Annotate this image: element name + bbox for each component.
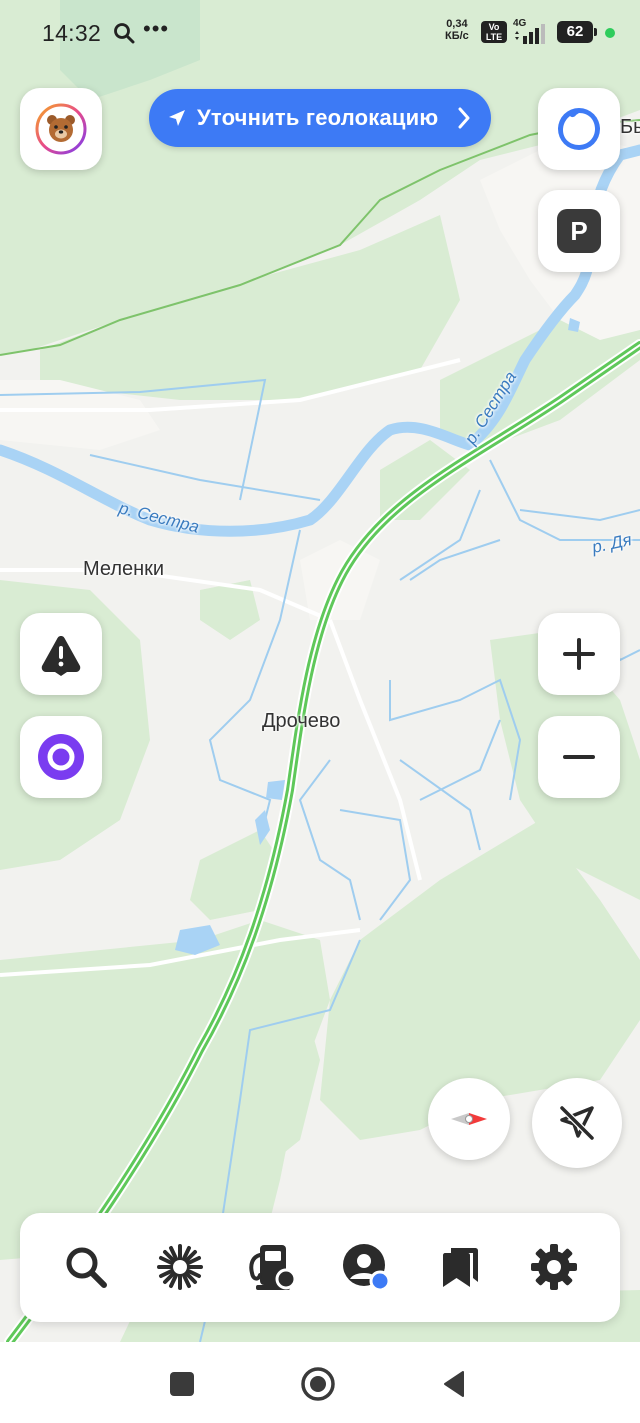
status-time: 14:32 — [42, 20, 102, 46]
fuel-button[interactable] — [246, 1241, 298, 1293]
recent-apps-button[interactable] — [160, 1362, 204, 1406]
volte-bottom: LTE — [485, 32, 503, 42]
chevron-right-icon — [458, 107, 470, 129]
fuel-icon — [249, 1245, 297, 1290]
parking-button[interactable]: P — [538, 190, 620, 272]
speed-unit: КБ/с — [445, 30, 469, 42]
bookmarks-icon — [443, 1248, 478, 1287]
back-triangle-icon — [444, 1371, 464, 1397]
parking-icon: P — [557, 209, 601, 253]
battery-icon: 62 — [557, 21, 597, 43]
compass-button[interactable] — [428, 1078, 510, 1160]
svg-text:P: P — [570, 216, 587, 246]
bottom-toolbar — [20, 1213, 620, 1322]
more-notifications-icon: ••• — [143, 16, 170, 41]
refine-geolocation-label: Уточнить геолокацию — [197, 105, 439, 130]
alice-ring-icon — [558, 108, 600, 150]
privacy-indicator-dot — [605, 28, 615, 38]
bookmarks-button[interactable] — [434, 1241, 486, 1293]
sparkle-icon — [157, 1244, 203, 1290]
alice-assistant-button[interactable] — [20, 716, 102, 798]
speed-value: 0,34 — [446, 18, 468, 30]
volte-badge: Vo LTE — [481, 21, 507, 43]
search-icon — [66, 1247, 107, 1288]
warning-icon — [41, 636, 81, 676]
profile-icon — [343, 1244, 391, 1292]
profile-avatar-button[interactable] — [20, 88, 102, 170]
minus-icon — [563, 755, 595, 759]
edge-place-label: Бы — [620, 116, 640, 138]
home-circle-icon — [301, 1367, 335, 1401]
discovery-button[interactable] — [154, 1241, 206, 1293]
status-bar: 14:32 ••• 0,34 КБ/с Vo LTE 4G 62 — [0, 0, 640, 66]
refine-geolocation-button[interactable]: Уточнить геолокацию — [149, 89, 491, 147]
network-speed: 0,34 КБ/с — [445, 18, 469, 42]
location-arrow-off-icon — [559, 1105, 595, 1141]
profile-button[interactable] — [340, 1241, 392, 1293]
report-incident-button[interactable] — [20, 613, 102, 695]
home-button[interactable] — [296, 1362, 340, 1406]
follow-location-button[interactable] — [532, 1078, 622, 1168]
settings-button[interactable] — [528, 1241, 580, 1293]
volte-top: Vo — [488, 22, 500, 32]
signal-icon — [515, 24, 545, 44]
back-button[interactable] — [432, 1362, 476, 1406]
zoom-out-button[interactable] — [538, 716, 620, 798]
compass-icon — [451, 1113, 487, 1125]
village-label-drochevo[interactable]: Дрочево — [262, 710, 340, 733]
gear-icon — [531, 1244, 577, 1290]
alice-icon — [38, 734, 84, 780]
bear-avatar-icon — [35, 103, 87, 155]
search-notification-icon — [114, 23, 135, 44]
search-button[interactable] — [60, 1241, 112, 1293]
location-arrow-icon — [169, 110, 185, 126]
alice-top-button[interactable] — [538, 88, 620, 170]
village-label-melenki[interactable]: Меленки — [83, 558, 164, 581]
zoom-in-button[interactable] — [538, 613, 620, 695]
square-icon — [170, 1372, 194, 1396]
system-navigation-bar — [0, 1342, 640, 1423]
plus-icon — [563, 638, 595, 670]
